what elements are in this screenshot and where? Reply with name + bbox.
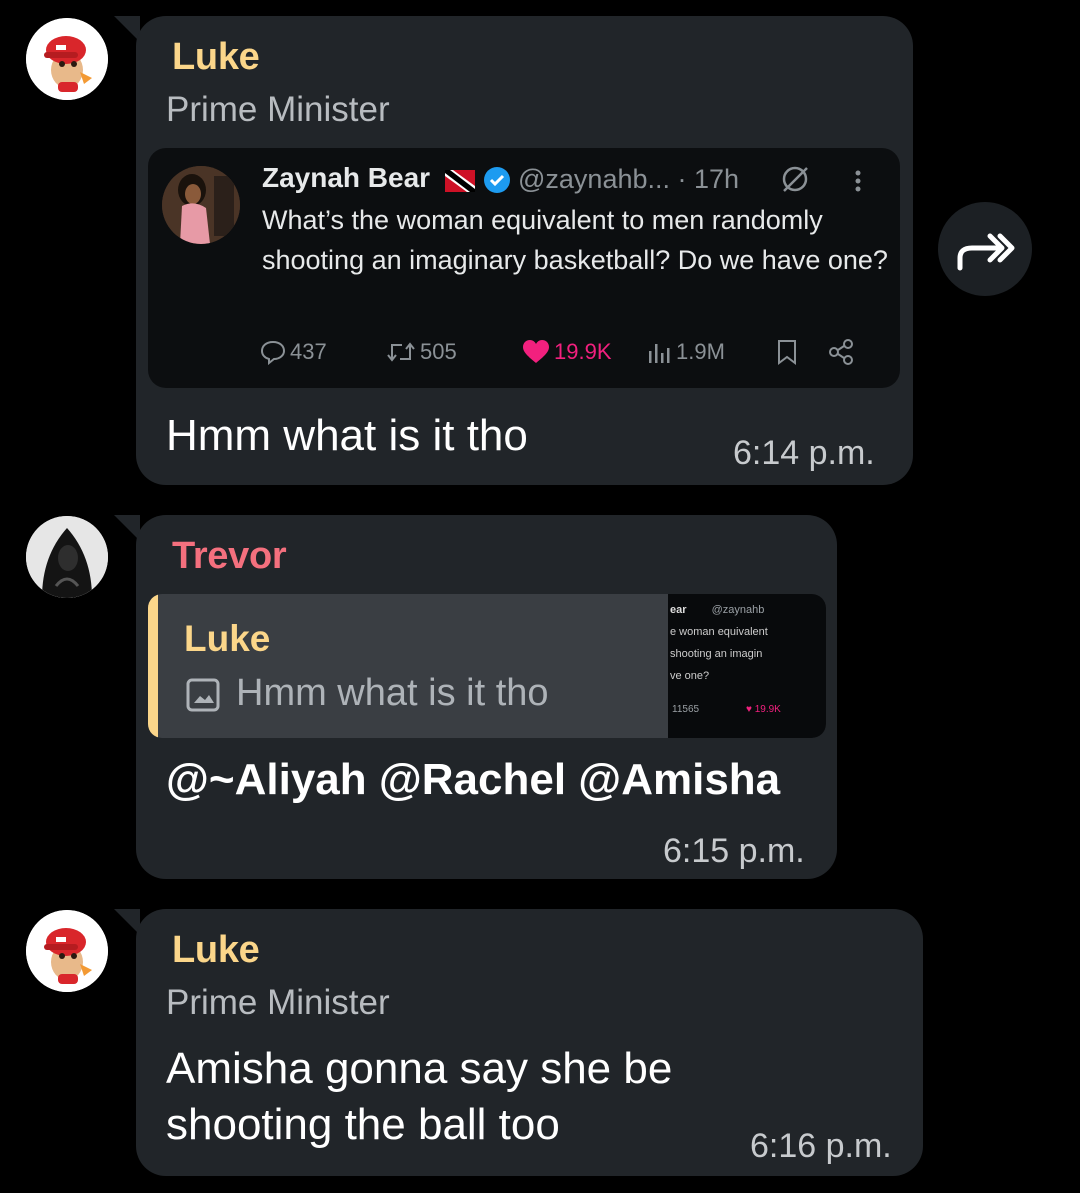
heart-icon (523, 340, 549, 363)
tweet-text: What’s the woman equivalent to men rando… (262, 205, 888, 275)
red-cap-character-icon (26, 910, 108, 992)
tweet-avatar (162, 166, 240, 244)
reply-accent-bar (148, 594, 158, 738)
portrait-photo-icon (162, 166, 240, 244)
sender-name[interactable]: Luke (172, 36, 260, 79)
tweet-author-name: Zaynah Bear (262, 162, 431, 193)
reply-bubble-icon (260, 340, 286, 365)
thumb-line4: ve one? (670, 670, 710, 682)
avatar-luke[interactable] (26, 18, 108, 100)
more-options-icon[interactable] (848, 166, 868, 196)
tweet-actions: 437 505 19.9K 1.9M (260, 336, 860, 368)
thumb-heart-icon: ♥ (746, 704, 752, 715)
reply-action[interactable]: 437 (260, 336, 327, 368)
thumb-line1: ear (670, 604, 687, 616)
views-count: 1.9M (676, 339, 725, 364)
thumb-line2: e woman equivalent (670, 626, 768, 638)
share-action[interactable] (828, 336, 860, 368)
tweet-time: · 17h (677, 164, 740, 194)
thumb-line3: shooting an imagin (670, 648, 763, 660)
share-nodes-icon (829, 339, 853, 365)
thumb-stat2: 19.9K (754, 704, 781, 715)
sender-role: Prime Minister (166, 90, 390, 129)
sender-name[interactable]: Luke (172, 929, 260, 972)
message-text: Hmm what is it tho (166, 411, 528, 460)
message-time: 6:14 p.m. (733, 434, 875, 472)
reply-thumbnail: ear @zaynahb e woman equivalent shooting… (668, 594, 826, 738)
message-text-line2: shooting the ball too (166, 1100, 560, 1149)
retweet-icon (387, 342, 415, 362)
message-text: @~Aliyah @Rachel @Amisha (166, 755, 781, 804)
message-time: 6:16 p.m. (750, 1127, 892, 1165)
retweet-action[interactable]: 505 (386, 336, 457, 368)
trinidad-flag-icon (445, 170, 475, 192)
quoted-reply[interactable]: Luke Hmm what is it tho ear @zaynahb e w… (148, 594, 826, 738)
sender-name[interactable]: Trevor (172, 535, 287, 578)
forward-arrows-icon (957, 233, 1015, 271)
bookmark-icon (778, 340, 796, 365)
message-text-line1: Amisha gonna say she be (166, 1044, 673, 1093)
avatar-trevor[interactable] (26, 516, 108, 598)
red-cap-character-icon (26, 18, 108, 100)
reply-text: Hmm what is it tho (236, 672, 549, 714)
thumb-handle: @zaynahb (711, 604, 765, 616)
reply-sender: Luke (184, 618, 271, 659)
reply-count: 437 (290, 339, 327, 364)
retweet-count: 505 (420, 339, 457, 364)
thumb-stat1: 11565 (672, 704, 700, 715)
sender-role: Prime Minister (166, 983, 390, 1022)
views-action[interactable]: 1.9M (646, 336, 725, 368)
verified-badge-icon (484, 167, 510, 193)
grok-icon[interactable] (780, 164, 810, 194)
views-chart-icon (649, 344, 670, 363)
bookmark-action[interactable] (775, 336, 803, 368)
avatar-luke[interactable] (26, 910, 108, 992)
tweet-card[interactable]: Zaynah Bear @zaynahb... · 17h What’s the… (148, 148, 900, 388)
forward-button[interactable] (938, 202, 1032, 296)
hooded-figure-icon (26, 516, 108, 598)
message-time: 6:15 p.m. (663, 832, 805, 870)
tweet-handle: @zaynahb... (518, 164, 670, 194)
like-count: 19.9K (554, 339, 612, 364)
image-icon (186, 678, 220, 712)
like-action[interactable]: 19.9K (522, 336, 612, 368)
